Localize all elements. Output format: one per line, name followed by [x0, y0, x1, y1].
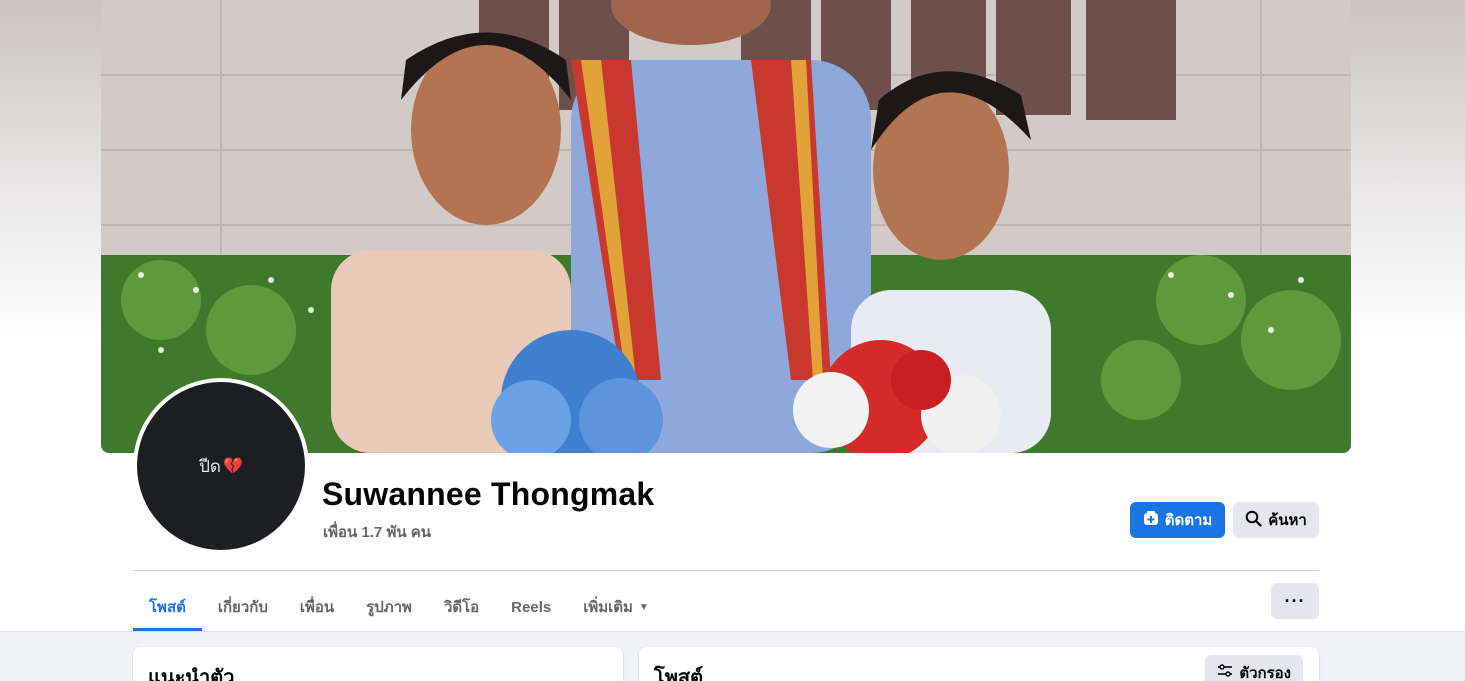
tab-videos[interactable]: วิดีโอ [428, 583, 495, 631]
avatar-text: ปีด [199, 456, 221, 476]
tab-label: วิดีโอ [443, 599, 480, 616]
tab-photos[interactable]: รูปภาพ [350, 583, 428, 631]
profile-search-button[interactable]: ค้นหา [1233, 502, 1319, 538]
chevron-down-icon: ▼ [638, 601, 649, 613]
search-icon [1245, 510, 1262, 531]
more-icon: ··· [1284, 590, 1306, 611]
tab-about[interactable]: เกี่ยวกับ [202, 583, 284, 631]
friends-count[interactable]: เพื่อน 1.7 พัน คน [323, 520, 431, 544]
broken-heart-emoji: 💔 [222, 458, 243, 475]
profile-name: Suwannee Thongmak [322, 476, 655, 512]
tab-friends[interactable]: เพื่อน [284, 583, 350, 631]
profile-tabs: โพสต์ เกี่ยวกับ เพื่อน รูปภาพ วิดีโอ Ree… [133, 583, 665, 631]
search-label: ค้นหา [1268, 512, 1307, 529]
more-options-button[interactable]: ··· [1271, 583, 1319, 619]
filter-icon [1217, 664, 1233, 681]
tab-label: Reels [511, 598, 552, 616]
profile-avatar[interactable]: ปีด 💔 [133, 378, 309, 554]
cover-photo[interactable] [101, 0, 1351, 453]
tab-label: โพสต์ [149, 599, 186, 616]
avatar-image: ปีด 💔 [137, 382, 305, 550]
posts-title: โพสต์ [654, 667, 704, 681]
tab-reels[interactable]: Reels [495, 583, 567, 631]
tab-label: เพื่อน [299, 599, 335, 616]
tab-label: เกี่ยวกับ [217, 599, 268, 616]
tab-label: เพิ่มเติม [583, 599, 633, 616]
follow-icon [1143, 510, 1159, 530]
tab-label: รูปภาพ [366, 599, 412, 616]
follow-label: ติดตาม [1164, 512, 1213, 529]
follow-button[interactable]: ติดตาม [1130, 502, 1225, 538]
tab-posts[interactable]: โพสต์ [133, 583, 202, 631]
intro-title: แนะนำตัว [148, 667, 235, 681]
intro-card: แนะนำตัว [133, 647, 623, 681]
filter-button[interactable]: ตัวกรอง [1205, 655, 1303, 681]
tab-more[interactable]: เพิ่มเติม ▼ [567, 583, 665, 631]
filter-label: ตัวกรอง [1239, 665, 1291, 681]
posts-card: โพสต์ ตัวกรอง [639, 647, 1319, 681]
header-divider [133, 570, 1319, 571]
